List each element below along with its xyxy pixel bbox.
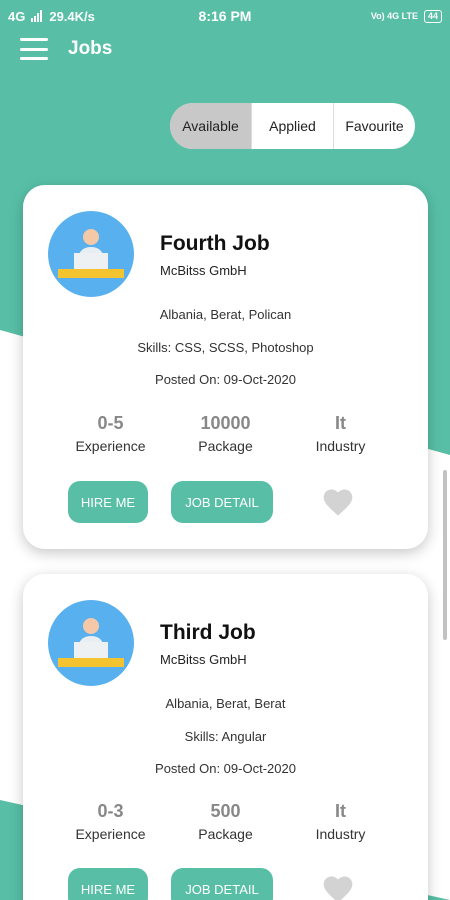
carrier-label: Vo) 4G LTE <box>370 11 418 21</box>
job-title: Fourth Job <box>160 232 270 255</box>
experience-stat: 0-3 Experience <box>61 801 161 842</box>
experience-label: Experience <box>75 826 146 842</box>
scrollbar[interactable] <box>443 470 447 640</box>
experience-value: 0-3 <box>97 801 124 821</box>
job-skills: Skills: Angular <box>184 729 267 744</box>
job-stats: 0-3 Experience 500 Package It Industry <box>23 801 428 842</box>
package-label: Package <box>198 826 253 842</box>
job-detail-button[interactable]: JOB DETAIL <box>171 481 273 523</box>
status-bar: 4G 29.4K/s 8:16 PM Vo) 4G LTE 44 <box>0 0 450 32</box>
industry-value: It <box>335 413 346 433</box>
package-stat: 500 Package <box>176 801 276 842</box>
job-posted-date: Posted On: 09-Oct-2020 <box>155 761 296 776</box>
experience-value: 0-5 <box>97 413 124 433</box>
job-posted-date: Posted On: 09-Oct-2020 <box>155 372 296 387</box>
package-stat: 10000 Package <box>176 413 276 454</box>
job-title: Third Job <box>160 621 256 644</box>
tab-available[interactable]: Available <box>170 103 251 149</box>
app-bar: Jobs <box>20 38 112 60</box>
package-value: 10000 <box>200 413 251 433</box>
job-location: Albania, Berat, Berat <box>165 696 286 711</box>
job-location: Albania, Berat, Polican <box>159 307 292 322</box>
job-avatar-icon <box>48 600 134 686</box>
hire-me-button[interactable]: HIRE ME <box>68 868 148 900</box>
job-card[interactable]: Fourth Job McBitss GmbH Albania, Berat, … <box>23 185 428 549</box>
job-skills: Skills: CSS, SCSS, Photoshop <box>137 340 314 355</box>
tab-applied[interactable]: Applied <box>251 103 333 149</box>
page-title: Jobs <box>68 38 113 59</box>
package-value: 500 <box>210 801 241 821</box>
industry-value: It <box>335 801 346 821</box>
job-filter-tabs: Available Applied Favourite <box>170 103 415 149</box>
industry-label: Industry <box>315 826 366 842</box>
industry-stat: It Industry <box>291 413 391 454</box>
job-stats: 0-5 Experience 10000 Package It Industry <box>23 413 428 454</box>
job-avatar-icon <box>48 211 134 297</box>
experience-label: Experience <box>75 438 146 454</box>
hamburger-menu-icon[interactable] <box>20 38 48 60</box>
company-name: McBitss GmbH <box>160 263 247 278</box>
job-card[interactable]: Third Job McBitss GmbH Albania, Berat, B… <box>23 574 428 900</box>
battery-icon: 44 <box>423 9 442 23</box>
experience-stat: 0-5 Experience <box>61 413 161 454</box>
favourite-heart-icon[interactable] <box>321 874 355 900</box>
company-name: McBitss GmbH <box>160 652 247 667</box>
tab-favourite[interactable]: Favourite <box>333 103 415 149</box>
hire-me-button[interactable]: HIRE ME <box>68 481 148 523</box>
industry-stat: It Industry <box>291 801 391 842</box>
job-detail-button[interactable]: JOB DETAIL <box>171 868 273 900</box>
package-label: Package <box>198 438 253 454</box>
industry-label: Industry <box>315 438 366 454</box>
favourite-heart-icon[interactable] <box>321 487 355 517</box>
